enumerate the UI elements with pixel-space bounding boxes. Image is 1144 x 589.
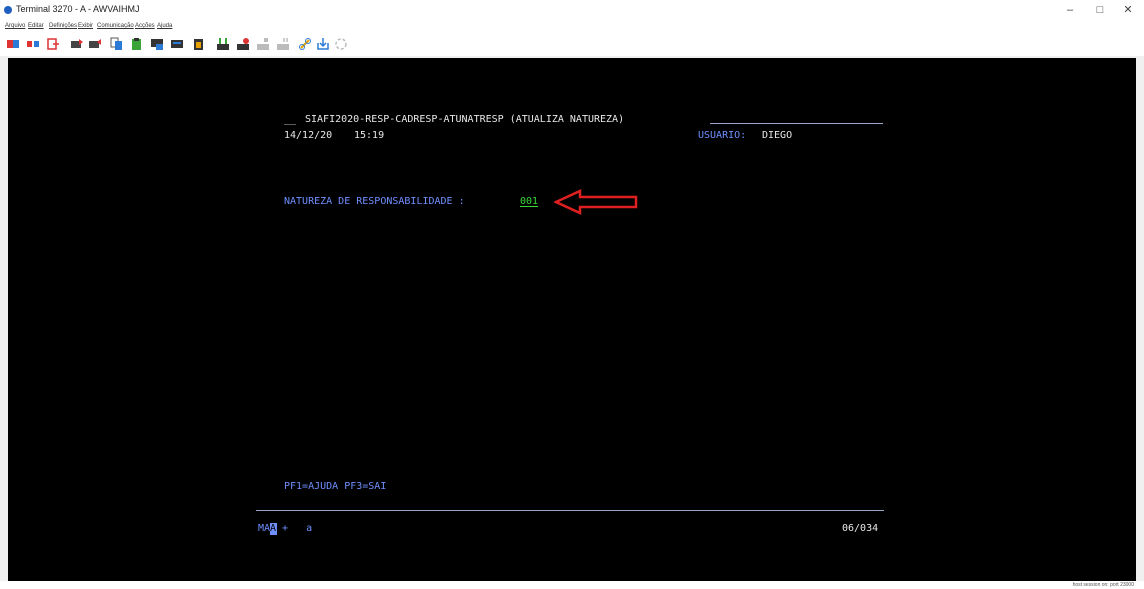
menu-editar[interactable]: Editar [28,20,44,32]
macro-record-icon[interactable] [236,37,250,51]
exit-icon[interactable] [46,37,60,51]
close-button[interactable]: ✕ [1116,2,1140,18]
toolbar [0,32,1144,56]
menu-comunicacao[interactable]: Comunicação [97,20,134,32]
oia-cursor: A [270,523,277,535]
menu-ajuda[interactable]: Ajuda [157,20,172,32]
refresh-icon[interactable] [334,37,348,51]
app-icon [4,6,12,14]
screen-copy-icon[interactable] [150,37,164,51]
pf-keys: PF1=AJUDA PF3=SAI [284,481,387,492]
oia-indicators: + a [282,523,313,534]
user-value: DIEGO [762,130,793,141]
cursor-position: 06/034 [842,523,879,534]
header-underscore: __ [284,114,297,125]
link-icon[interactable] [298,37,312,51]
send-file-icon[interactable] [70,37,84,51]
menu-definicoes[interactable]: Definições [49,20,77,32]
status-bar: host session on: port 23000 [0,581,1144,589]
connect-icon[interactable] [6,37,20,51]
clipboard-icon[interactable] [192,37,206,51]
receive-file-icon[interactable] [88,37,102,51]
macro-pause-icon[interactable] [276,37,290,51]
terminal-screen[interactable]: __ SIAFI2020-RESP-CADRESP-ATUNATRESP (AT… [8,58,1136,581]
natureza-label: NATUREZA DE RESPONSABILIDADE : [284,196,465,207]
download-icon[interactable] [316,37,330,51]
status-text: host session on: port 23000 [1072,582,1134,588]
menu-exibir[interactable]: Exibir [78,20,93,32]
menu-accoes[interactable]: Acções [135,20,155,32]
screen-date: 14/12/20 [284,130,333,141]
paste-icon[interactable] [130,37,144,51]
natureza-input[interactable]: 001 [520,196,538,208]
copy-icon[interactable] [110,37,124,51]
screen-time: 15:19 [354,130,385,141]
red-arrow-icon [554,189,638,215]
menu-bar: Arquivo Editar Definições Exibir Comunic… [0,20,1144,32]
macro-play-icon[interactable] [216,37,230,51]
user-label: USUARIO: [698,130,747,141]
header-rule [710,123,883,124]
menu-arquivo[interactable]: Arquivo [5,20,25,32]
macro-stop-icon[interactable] [256,37,270,51]
oia-mode: MA [258,523,271,534]
window-title: Terminal 3270 - A - AWVAIHMJ [16,4,140,14]
oia-rule [256,510,884,511]
title-bar: Terminal 3270 - A - AWVAIHMJ – □ ✕ [0,0,1144,20]
keyboard-icon[interactable] [170,37,184,51]
screen-title: SIAFI2020-RESP-CADRESP-ATUNATRESP (ATUAL… [305,114,625,125]
disconnect-icon[interactable] [26,37,40,51]
minimize-button[interactable]: – [1058,2,1082,18]
maximize-button[interactable]: □ [1088,2,1112,18]
